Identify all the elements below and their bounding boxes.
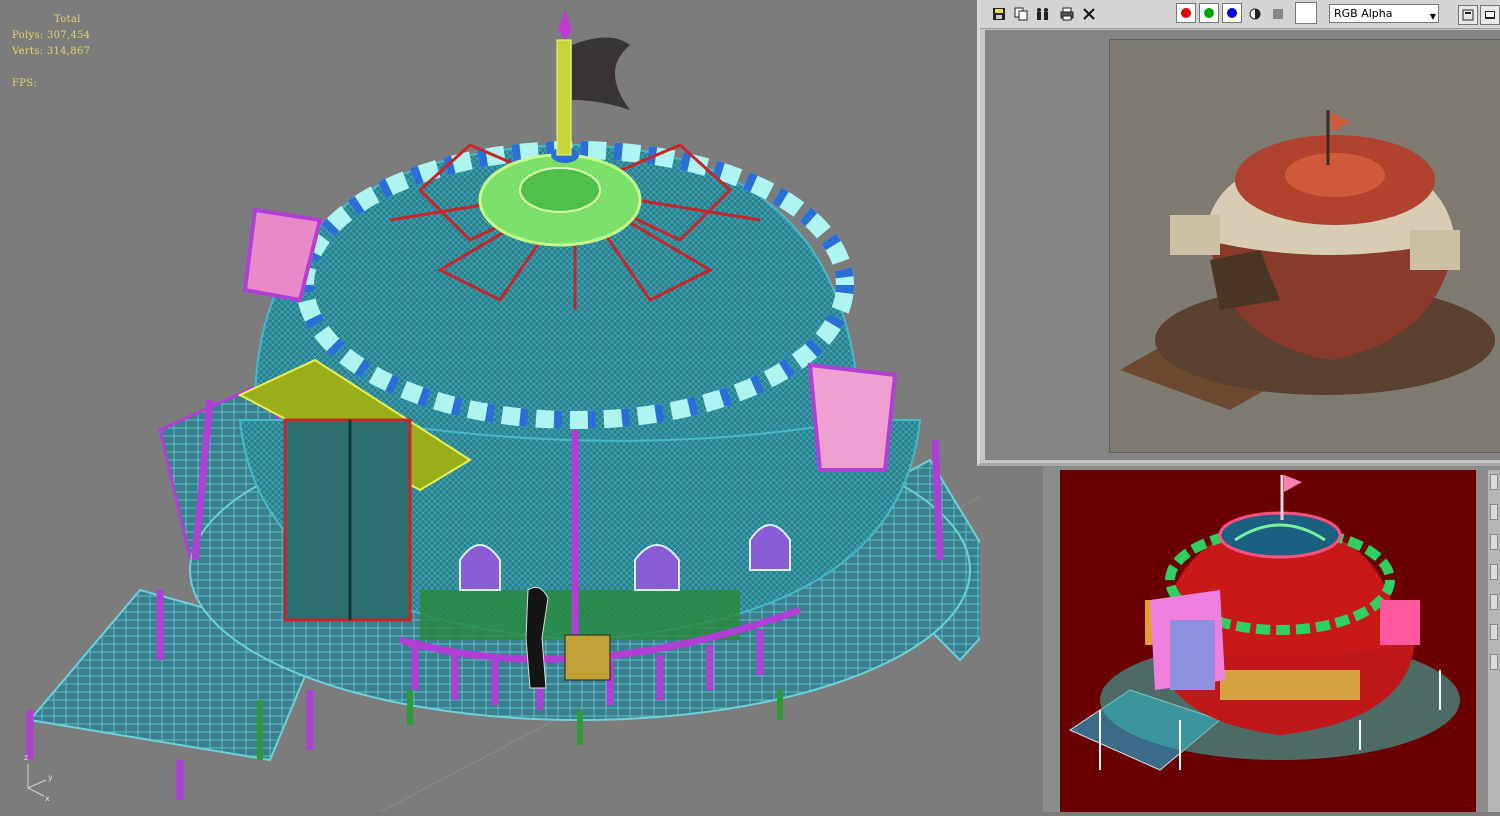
scroll-handle-top[interactable] xyxy=(1490,474,1498,490)
scroll-handle-3[interactable] xyxy=(1490,534,1498,550)
secondary-viewport[interactable] xyxy=(1060,470,1476,812)
yurt-wireframe-model[interactable] xyxy=(0,0,980,812)
save-icon[interactable] xyxy=(990,5,1008,23)
scroll-handle-6[interactable] xyxy=(1490,624,1498,640)
yurt-material-preview xyxy=(1060,470,1476,812)
monochrome-icon[interactable] xyxy=(1269,5,1287,23)
rendered-frame-window[interactable]: RGB Alpha ▼ xyxy=(977,0,1500,466)
axis-gizmo: z x y xyxy=(24,753,53,802)
clear-icon[interactable] xyxy=(1080,5,1098,23)
green-channel-toggle[interactable] xyxy=(1199,3,1219,23)
scroll-handle-5[interactable] xyxy=(1490,594,1498,610)
scroll-handle-2[interactable] xyxy=(1490,504,1498,520)
rendered-yurt-image xyxy=(1109,39,1500,453)
axis-x-label: x xyxy=(45,794,50,802)
window-icon[interactable] xyxy=(1458,5,1478,25)
alpha-channel-icon[interactable] xyxy=(1246,5,1264,23)
chevron-down-icon: ▼ xyxy=(1429,12,1436,21)
render-canvas-area xyxy=(985,30,1500,460)
viewport-scrollbar[interactable] xyxy=(1488,470,1500,812)
blue-channel-toggle[interactable] xyxy=(1222,3,1242,23)
copy-icon[interactable] xyxy=(1012,5,1030,23)
red-channel-toggle[interactable] xyxy=(1176,3,1196,23)
scroll-handle-7[interactable] xyxy=(1490,654,1498,670)
print-icon[interactable] xyxy=(1058,5,1076,23)
channel-display-value: RGB Alpha xyxy=(1334,7,1393,20)
axis-z-label: z xyxy=(24,753,28,762)
display-icon[interactable] xyxy=(1480,5,1500,25)
channel-display-dropdown[interactable]: RGB Alpha ▼ xyxy=(1329,4,1439,23)
clone-icon[interactable] xyxy=(1034,5,1052,23)
render-toolbar: RGB Alpha ▼ xyxy=(980,0,1500,29)
scroll-handle-4[interactable] xyxy=(1490,564,1498,580)
background-color-swatch[interactable] xyxy=(1295,2,1317,24)
axis-y-label: y xyxy=(48,773,53,782)
